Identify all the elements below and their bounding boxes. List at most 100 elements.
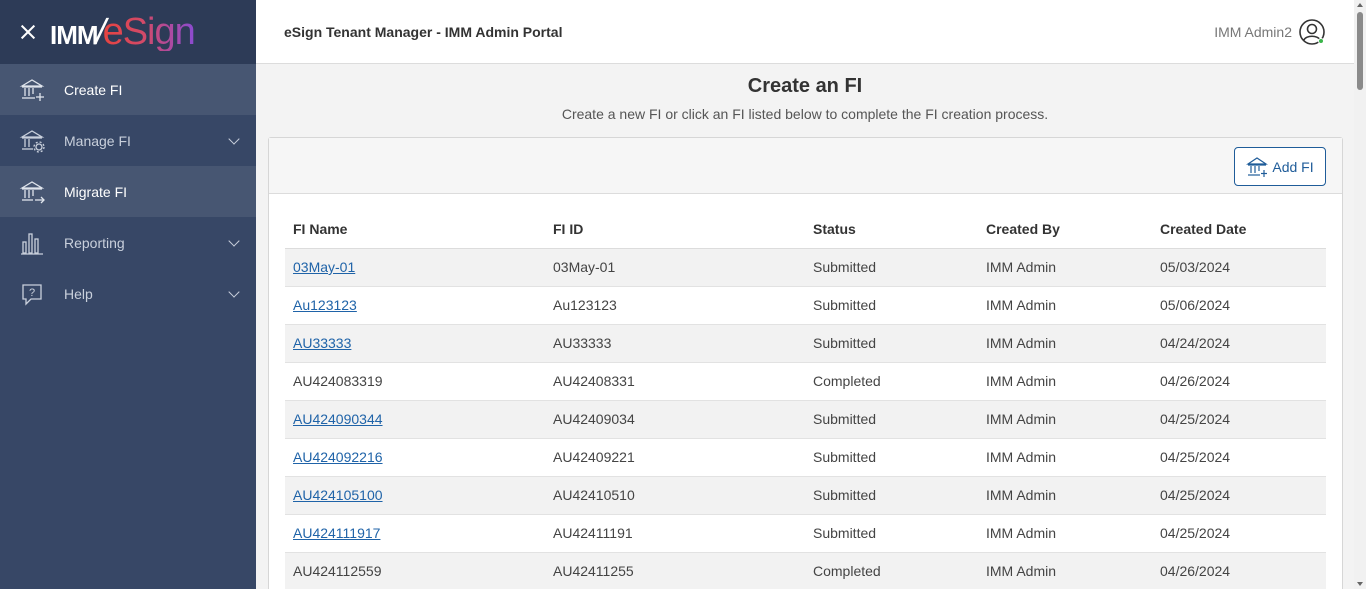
fi-id-cell: AU42410510 [545,476,805,515]
add-fi-label: Add FI [1272,158,1314,175]
created-date-cell: 05/03/2024 [1152,248,1326,287]
fi-name-link[interactable]: Au123123 [293,297,357,313]
sidebar-item-manage-fi[interactable]: Manage FI [0,115,256,166]
fi-name-cell: Au123123 [285,286,545,325]
chevron-down-icon [228,235,240,247]
created-date-cell: 04/26/2024 [1152,362,1326,401]
status-cell: Submitted [805,514,978,553]
fi-name-cell: AU424083319 [285,362,545,401]
sidebar: IMM / eSign Create FI Manage FI Migrate … [0,0,256,589]
sidebar-item-label: Manage FI [64,132,131,149]
table-row[interactable]: AU424092216 AU42409221 Submitted IMM Admin 0… [285,438,1326,477]
online-status-dot [1318,38,1324,44]
brand-bar: IMM / eSign [0,0,256,64]
fi-id-cell: AU42411191 [545,514,805,553]
chevron-down-icon [228,286,240,298]
created-date-cell: 05/06/2024 [1152,286,1326,325]
created-by-cell: IMM Admin [978,476,1152,515]
user-menu[interactable]: IMM Admin2 [1214,18,1326,46]
scroll-down-arrow-icon[interactable] [1357,582,1363,586]
sidebar-item-help[interactable]: ? Help [0,268,256,319]
user-name: IMM Admin2 [1214,24,1292,40]
status-cell: Submitted [805,476,978,515]
created-date-cell: 04/25/2024 [1152,400,1326,439]
fi-table: FI Name FI ID Status Created By Created … [285,210,1326,589]
created-by-cell: IMM Admin [978,552,1152,589]
fi-id-cell: AU42408331 [545,362,805,401]
fi-id-cell: AU42411255 [545,552,805,589]
created-date-cell: 04/25/2024 [1152,438,1326,477]
created-by-cell: IMM Admin [978,438,1152,477]
scroll-up-arrow-icon[interactable] [1357,3,1363,7]
app-logo: IMM / eSign [50,11,196,53]
fi-name-link[interactable]: AU424111917 [293,525,380,541]
sidebar-item-migrate-fi[interactable]: Migrate FI [0,166,256,217]
column-header[interactable]: Created By [978,210,1152,249]
created-by-cell: IMM Admin [978,286,1152,325]
card-header: Add FI [269,138,1342,194]
table-body: 03May-01 03May-01 Submitted IMM Admin 05/03/… [285,248,1326,589]
fi-id-cell: AU33333 [545,324,805,363]
top-bar: eSign Tenant Manager - IMM Admin Portal … [256,0,1354,64]
fi-id-cell: AU42409034 [545,400,805,439]
status-cell: Submitted [805,400,978,439]
scrollbar-thumb[interactable] [1357,12,1363,90]
user-avatar-icon[interactable] [1298,18,1326,46]
chevron-down-icon [228,133,240,145]
fi-name-cell: AU424105100 [285,476,545,515]
column-header[interactable]: Status [805,210,978,249]
status-cell: Submitted [805,286,978,325]
fi-name-link[interactable]: AU33333 [293,335,351,351]
created-date-cell: 04/25/2024 [1152,514,1326,553]
page-scrollbar[interactable] [1354,0,1366,589]
fi-name-link[interactable]: 03May-01 [293,259,355,275]
status-cell: Submitted [805,324,978,363]
column-header[interactable]: FI Name [285,210,545,249]
table-row[interactable]: AU424105100 AU42410510 Submitted IMM Admin 0… [285,476,1326,515]
sidebar-item-label: Create FI [64,81,123,98]
table-row[interactable]: 03May-01 03May-01 Submitted IMM Admin 05/03/… [285,248,1326,287]
status-cell: Completed [805,552,978,589]
table-row[interactable]: AU424111917 AU42411191 Submitted IMM Admin 0… [285,514,1326,553]
portal-title: eSign Tenant Manager - IMM Admin Portal [284,23,563,40]
close-icon[interactable] [18,22,38,42]
fi-name-cell: AU424112559 [285,552,545,589]
column-header[interactable]: FI ID [545,210,805,249]
created-by-cell: IMM Admin [978,400,1152,439]
created-by-cell: IMM Admin [978,248,1152,287]
add-fi-button[interactable]: Add FI [1234,147,1326,186]
page-subtitle: Create a new FI or click an FI listed be… [561,106,1049,122]
fi-name-cell: AU424090344 [285,400,545,439]
created-by-cell: IMM Admin [978,324,1152,363]
table-row[interactable]: Au123123 Au123123 Submitted IMM Admin 05/06/… [285,286,1326,325]
page-title: Create an FI [747,75,863,97]
table-header-row: FI Name FI ID Status Created By Created … [285,210,1326,249]
fi-name-link[interactable]: AU424092216 [293,449,383,465]
logo-esign: eSign [102,11,196,53]
help-icon: ? [18,280,46,308]
fi-id-cell: 03May-01 [545,248,805,287]
fi-name-link[interactable]: AU424090344 [293,411,383,427]
fi-id-cell: AU42409221 [545,438,805,477]
bank-gear-icon [18,127,46,155]
bank-migrate-icon [18,178,46,206]
sidebar-item-reporting[interactable]: Reporting [0,217,256,268]
fi-name-cell: AU424111917 [285,514,545,553]
bank-add-icon [1246,156,1269,177]
sidebar-item-label: Reporting [64,234,125,251]
fi-name-link[interactable]: AU424105100 [293,487,383,503]
sidebar-item-label: Help [64,285,93,302]
table-row[interactable]: AU33333 AU33333 Submitted IMM Admin 04/24/20… [285,324,1326,363]
created-date-cell: 04/24/2024 [1152,324,1326,363]
fi-name-cell: AU33333 [285,324,545,363]
status-cell: Completed [805,362,978,401]
sidebar-item-create-fi[interactable]: Create FI [0,64,256,115]
column-header[interactable]: Created Date [1152,210,1326,249]
table-row[interactable]: AU424090344 AU42409034 Submitted IMM Admin 0… [285,400,1326,439]
sidebar-item-label: Migrate FI [64,183,128,200]
status-cell: Submitted [805,438,978,477]
fi-list-card: Add FI FI Name FI ID Status Created By C… [268,137,1343,589]
fi-id-cell: Au123123 [545,286,805,325]
fi-name-cell: AU424092216 [285,438,545,477]
bank-add-icon [18,76,46,104]
